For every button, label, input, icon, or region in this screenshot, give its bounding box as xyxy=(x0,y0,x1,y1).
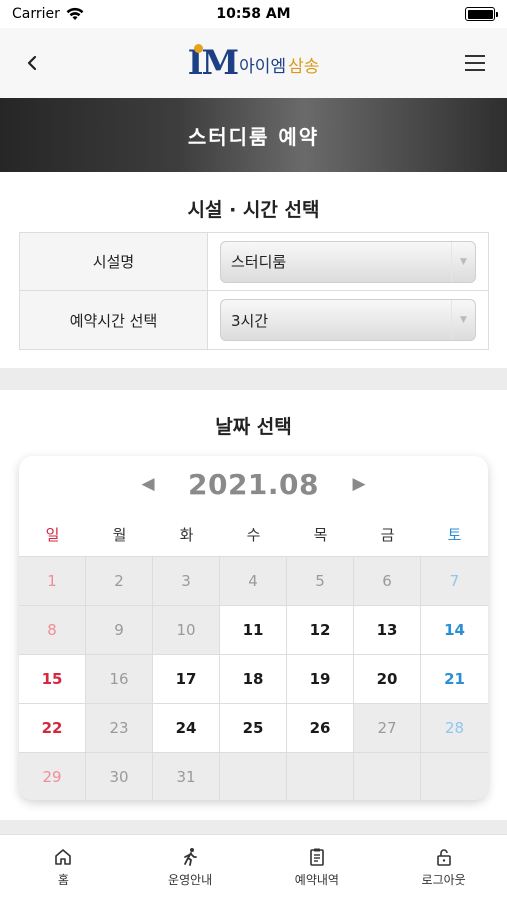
calendar-day: 29 xyxy=(19,753,86,800)
facility-time-section: 시설 · 시간 선택 시설명 스터디룸 ▼ 예약시간 선택 3시간 ▼ xyxy=(0,172,507,368)
nav-label-operation-info: 운영안내 xyxy=(168,873,213,887)
calendar-day: 1 xyxy=(19,557,86,606)
facility-select-value: 스터디룸 xyxy=(231,253,287,271)
status-left: Carrier xyxy=(12,6,84,22)
unlock-icon xyxy=(436,849,451,866)
calendar-day[interactable]: 14 xyxy=(421,606,488,655)
facility-section-title: 시설 · 시간 선택 xyxy=(187,199,320,221)
prev-month-icon[interactable]: ◀ xyxy=(136,474,160,494)
calendar-day[interactable]: 17 xyxy=(153,655,220,704)
duration-select[interactable]: 3시간 ▼ xyxy=(220,299,476,341)
calendar-day: 7 xyxy=(421,557,488,606)
calendar-day[interactable]: 18 xyxy=(220,655,287,704)
logo-mark: IM xyxy=(187,43,239,83)
walk-icon xyxy=(184,848,198,866)
calendar-day: 5 xyxy=(287,557,354,606)
calendar-month: 2021.08 xyxy=(187,467,320,501)
chevron-left-icon xyxy=(27,55,37,71)
calendar-day[interactable]: 25 xyxy=(220,704,287,753)
weekday-label: 수 xyxy=(246,525,261,544)
calendar-day: 27 xyxy=(354,704,421,753)
logo-dot xyxy=(193,44,203,53)
calendar: ◀ 2021.08 ▶ 일월화수목금토 1 2 3 4 5 6 7 8 9 10 11 12 13 14 1… xyxy=(19,456,488,800)
app-logo[interactable]: IM 아이엠 삼송 xyxy=(187,43,320,83)
nav-label-logout: 로그아웃 xyxy=(421,873,466,887)
nav-item-home[interactable]: 홈 xyxy=(0,835,127,900)
clipboard-icon xyxy=(310,848,324,866)
calendar-day: 9 xyxy=(86,606,153,655)
weekday-label: 화 xyxy=(179,525,194,544)
nav-item-reservations[interactable]: 예약내역 xyxy=(254,835,381,900)
battery-icon xyxy=(465,7,498,21)
weekday-label: 월 xyxy=(112,525,127,544)
calendar-empty-cell xyxy=(354,753,421,800)
calendar-day: 2 xyxy=(86,557,153,606)
calendar-day[interactable]: 21 xyxy=(421,655,488,704)
logo-text-samsong: 삼송 xyxy=(288,57,320,77)
app-header: IM 아이엠 삼송 xyxy=(0,28,507,98)
weekday-label: 토 xyxy=(447,525,462,544)
home-icon xyxy=(55,849,72,865)
calendar-day: 6 xyxy=(354,557,421,606)
calendar-day: 8 xyxy=(19,606,86,655)
facility-label: 시설명 xyxy=(20,233,208,290)
calendar-day: 10 xyxy=(153,606,220,655)
facility-form-table: 시설명 스터디룸 ▼ 예약시간 선택 3시간 ▼ xyxy=(19,232,489,350)
calendar-day[interactable]: 24 xyxy=(153,704,220,753)
status-bar: Carrier 10:58 AM xyxy=(0,0,507,28)
calendar-day[interactable]: 22 xyxy=(19,704,86,753)
date-section-title: 날짜 선택 xyxy=(215,416,292,438)
wifi-icon xyxy=(66,7,84,20)
calendar-empty-cell xyxy=(220,753,287,800)
logo-text-aim: 아이엠 xyxy=(239,57,287,77)
calendar-day: 30 xyxy=(86,753,153,800)
calendar-day[interactable]: 15 xyxy=(19,655,86,704)
date-section: 날짜 선택 ◀ 2021.08 ▶ 일월화수목금토 1 2 3 4 5 6 7 8 9 10 11 1… xyxy=(0,390,507,820)
calendar-day: 31 xyxy=(153,753,220,800)
nav-label-home: 홈 xyxy=(57,873,69,887)
facility-row: 시설명 스터디룸 ▼ xyxy=(20,233,488,291)
weekday-label: 금 xyxy=(380,525,395,544)
calendar-day: 28 xyxy=(421,704,488,753)
calendar-day[interactable]: 26 xyxy=(287,704,354,753)
dropdown-arrow-icon: ▼ xyxy=(451,241,475,282)
hamburger-menu-icon[interactable] xyxy=(459,47,491,79)
facility-select[interactable]: 스터디룸 ▼ xyxy=(220,240,476,283)
calendar-days: 1 2 3 4 5 6 7 8 9 10 11 12 13 14 15 16 17 18 19 20 21 22 23 24 2… xyxy=(19,556,488,800)
dropdown-arrow-icon: ▼ xyxy=(451,300,475,340)
calendar-day[interactable]: 20 xyxy=(354,655,421,704)
duration-select-value: 3시간 xyxy=(231,311,269,330)
page-banner: 스터디룸 예약 xyxy=(0,98,507,172)
bottom-nav: 홈 운영안내 예약내역 로그아웃 xyxy=(0,834,507,900)
calendar-day[interactable]: 12 xyxy=(287,606,354,655)
page-title: 스터디룸 예약 xyxy=(187,124,320,149)
calendar-day[interactable]: 19 xyxy=(287,655,354,704)
nav-item-operation-info[interactable]: 운영안내 xyxy=(127,835,254,900)
calendar-day: 4 xyxy=(220,557,287,606)
calendar-day[interactable]: 13 xyxy=(354,606,421,655)
weekday-header: 일월화수목금토 xyxy=(19,512,488,556)
duration-label: 예약시간 선택 xyxy=(20,291,208,349)
calendar-empty-cell xyxy=(287,753,354,800)
calendar-empty-cell xyxy=(421,753,488,800)
calendar-day[interactable]: 11 xyxy=(220,606,287,655)
weekday-label: 목 xyxy=(313,525,328,544)
carrier-label: Carrier xyxy=(12,6,60,22)
weekday-label: 일 xyxy=(45,525,60,544)
duration-row: 예약시간 선택 3시간 ▼ xyxy=(20,291,488,349)
nav-item-logout[interactable]: 로그아웃 xyxy=(380,835,507,900)
next-month-icon[interactable]: ▶ xyxy=(347,474,371,494)
calendar-day: 23 xyxy=(86,704,153,753)
back-button[interactable] xyxy=(16,47,48,79)
calendar-day: 3 xyxy=(153,557,220,606)
calendar-day: 16 xyxy=(86,655,153,704)
nav-label-reservations: 예약내역 xyxy=(294,873,339,887)
calendar-nav: ◀ 2021.08 ▶ xyxy=(19,456,488,512)
